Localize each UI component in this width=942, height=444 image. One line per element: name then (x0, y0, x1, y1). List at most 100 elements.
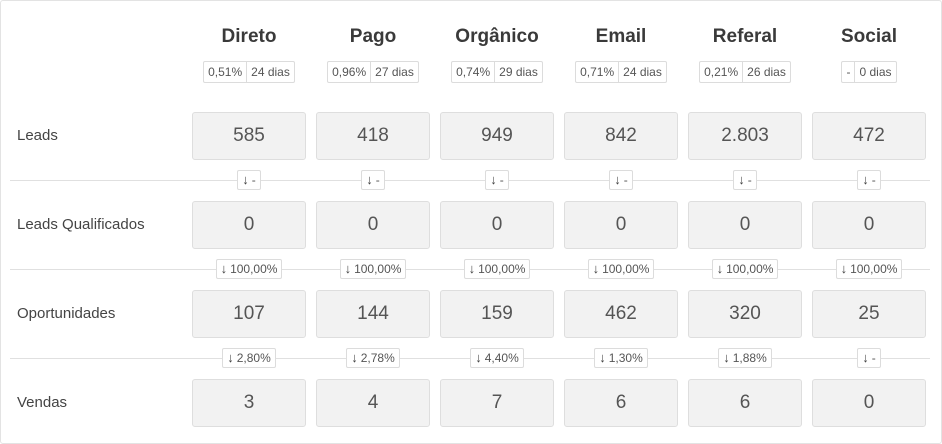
column-meta: -0 dias (812, 61, 926, 83)
metric-cell[interactable]: 949 (440, 112, 554, 160)
arrow-down-icon: ↓ (351, 350, 358, 365)
conversion-step: ↓ 100,00% (440, 259, 554, 279)
meta-badge: 0,96% 27 dias (327, 61, 419, 83)
conversion-value: 1,30% (608, 351, 643, 365)
conversion-step: ↓ 1,30% (564, 348, 678, 368)
column-meta: 0,96% 27 dias (316, 61, 430, 83)
conversion-value: - (871, 351, 876, 365)
conversion-badge: ↓ 100,00% (339, 259, 407, 279)
metric-cell[interactable]: 462 (564, 290, 678, 338)
conversion-value: - (251, 173, 256, 187)
column-meta: 0,71% 24 dias (564, 61, 678, 83)
conversion-badge: ↓ 100,00% (711, 259, 779, 279)
metric-cell[interactable]: 320 (688, 290, 802, 338)
conversion-rate: 0,96% (332, 65, 367, 79)
row-label: Oportunidades (17, 305, 116, 322)
metric-cell[interactable]: 107 (192, 290, 306, 338)
metric-cell[interactable]: 6 (564, 379, 678, 427)
row-label: Leads Qualificados (17, 216, 145, 233)
conversion-badge: ↓ 100,00% (587, 259, 655, 279)
metric-cell[interactable]: 159 (440, 290, 554, 338)
metric-cell[interactable]: 418 (316, 112, 430, 160)
arrow-down-icon: ↓ (366, 172, 373, 187)
conversion-step: ↓ 100,00% (192, 259, 306, 279)
metric-cell[interactable]: 0 (316, 201, 430, 249)
metric-cell[interactable]: 4 (316, 379, 430, 427)
conversion-badge: ↓ - (485, 170, 509, 190)
conversion-badge: ↓ - (857, 170, 881, 190)
column-meta: 0,74% 29 dias (440, 61, 554, 83)
conversion-value: - (499, 173, 504, 187)
conversion-step: ↓ 100,00% (688, 259, 802, 279)
meta-badge: 0,71% 24 dias (575, 61, 667, 83)
column-header: Email (595, 26, 647, 47)
cycle-days: 24 dias (246, 62, 294, 82)
conversion-badge: ↓ 100,00% (215, 259, 283, 279)
column-header: Social (841, 26, 897, 47)
conversion-value: 100,00% (354, 262, 402, 276)
conversion-step: ↓ 1,88% (688, 348, 802, 368)
conversion-value: 100,00% (726, 262, 774, 276)
conversion-step: ↓ 4,40% (440, 348, 554, 368)
conversion-badge: ↓ 2,80% (222, 348, 276, 368)
metric-cell[interactable]: 7 (440, 379, 554, 427)
metric-cell[interactable]: 6 (688, 379, 802, 427)
conversion-step: ↓ - (564, 170, 678, 190)
conversion-badge: ↓ - (361, 170, 385, 190)
row-label: Leads (17, 127, 58, 144)
conversion-step: ↓ 100,00% (812, 259, 926, 279)
column-header: Referal (712, 26, 778, 47)
conversion-badge: ↓ 1,30% (594, 348, 648, 368)
column-header: Direto (221, 26, 277, 47)
arrow-down-icon: ↓ (475, 350, 482, 365)
meta-badge: 0,74% 29 dias (451, 61, 543, 83)
arrow-down-icon: ↓ (599, 350, 606, 365)
conversion-badge: ↓ 4,40% (470, 348, 524, 368)
metric-cell[interactable]: 2.803 (688, 112, 802, 160)
arrow-down-icon: ↓ (344, 261, 352, 276)
column-header: Pago (349, 26, 397, 47)
arrow-down-icon: ↓ (862, 350, 869, 365)
conversion-badge: ↓ 100,00% (463, 259, 531, 279)
metric-cell[interactable]: 25 (812, 290, 926, 338)
conversion-badge: ↓ - (609, 170, 633, 190)
metric-cell[interactable]: 0 (440, 201, 554, 249)
column-header: Orgânico (455, 26, 539, 47)
metric-cell[interactable]: 0 (688, 201, 802, 249)
conversion-value: 2,78% (360, 351, 395, 365)
conversion-badge: ↓ - (857, 348, 881, 368)
conversion-value: 4,40% (484, 351, 519, 365)
metric-cell[interactable]: 0 (812, 379, 926, 427)
conversion-step: ↓ - (812, 348, 926, 368)
arrow-down-icon: ↓ (614, 172, 621, 187)
metric-cell[interactable]: 0 (812, 201, 926, 249)
conversion-step: ↓ - (192, 170, 306, 190)
conversion-step: ↓ 2,80% (192, 348, 306, 368)
metric-cell[interactable]: 3 (192, 379, 306, 427)
column-meta: 0,51% 24 dias (192, 61, 306, 83)
metric-cell[interactable]: 0 (192, 201, 306, 249)
metric-cell[interactable]: 472 (812, 112, 926, 160)
conversion-value: - (375, 173, 380, 187)
conversion-rate: 0,21% (704, 65, 739, 79)
metric-cell[interactable]: 842 (564, 112, 678, 160)
meta-badge: 0,51% 24 dias (203, 61, 295, 83)
arrow-down-icon: ↓ (490, 172, 497, 187)
conversion-step: ↓ - (812, 170, 926, 190)
metric-cell[interactable]: 0 (564, 201, 678, 249)
conversion-badge: ↓ - (237, 170, 261, 190)
arrow-down-icon: ↓ (840, 261, 848, 276)
conversion-step: ↓ - (316, 170, 430, 190)
conversion-value: 2,80% (236, 351, 271, 365)
meta-badge: 0,21% 26 dias (699, 61, 791, 83)
metric-cell[interactable]: 585 (192, 112, 306, 160)
conversion-rate: 0,71% (580, 65, 615, 79)
arrow-down-icon: ↓ (738, 172, 745, 187)
conversion-badge: ↓ - (733, 170, 757, 190)
conversion-value: - (871, 173, 876, 187)
conversion-rate: 0,51% (208, 65, 243, 79)
arrow-down-icon: ↓ (862, 172, 869, 187)
metric-cell[interactable]: 144 (316, 290, 430, 338)
conversion-value: - (747, 173, 752, 187)
conversion-value: 100,00% (230, 262, 278, 276)
